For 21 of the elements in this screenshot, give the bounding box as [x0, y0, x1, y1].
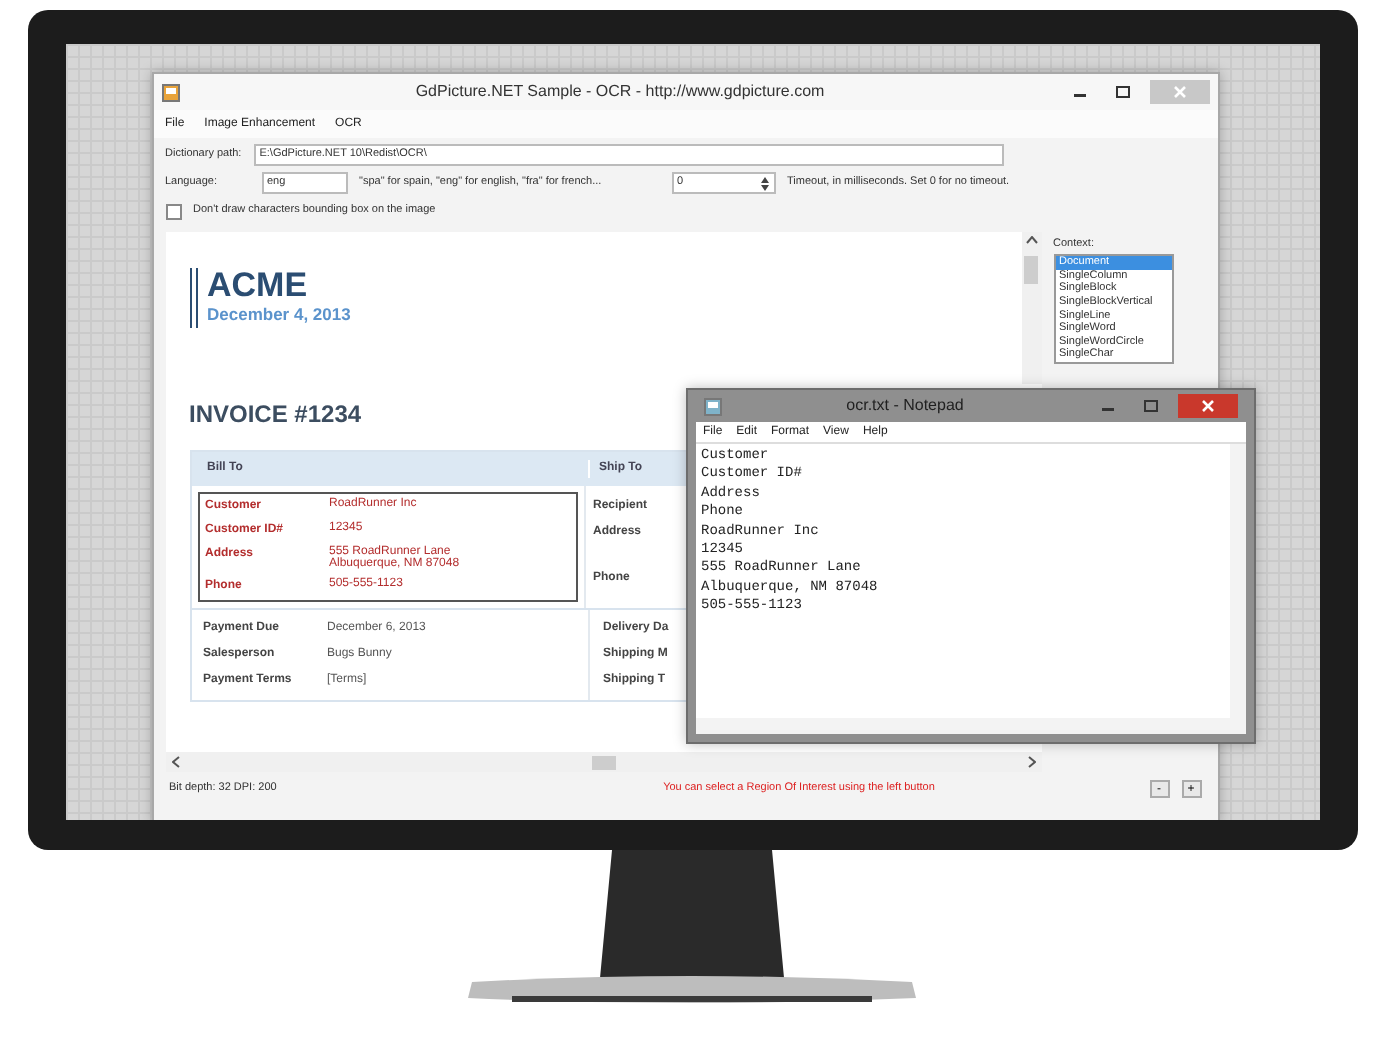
close-icon [1201, 400, 1213, 412]
window-title: ocr.txt - Notepad [844, 394, 966, 418]
scroll-thumb[interactable] [1024, 256, 1038, 284]
app-icon [703, 397, 721, 415]
close-button[interactable] [1177, 394, 1237, 418]
checkbox[interactable] [165, 203, 181, 219]
scroll-right-icon [1027, 756, 1035, 768]
scroll-up-icon [1025, 236, 1037, 244]
window-title: GdPicture.NET Sample - OCR - http://www.gdpicture.com [413, 80, 827, 104]
scroll-left-icon [171, 756, 179, 768]
spin-arrows-icon [759, 175, 769, 191]
maximize-icon [1144, 400, 1158, 412]
horizontal-scrollbar[interactable] [695, 718, 1245, 734]
invoice-title: INVOICE #1234 [189, 397, 362, 432]
company-name: ACME [207, 268, 308, 302]
vertical-scrollbar[interactable] [1229, 444, 1245, 718]
close-icon [1173, 86, 1185, 98]
invoice-date: December 4, 2013 [207, 302, 351, 328]
scroll-thumb[interactable] [591, 755, 615, 769]
maximize-icon [1116, 86, 1130, 98]
app-icon [161, 83, 179, 101]
